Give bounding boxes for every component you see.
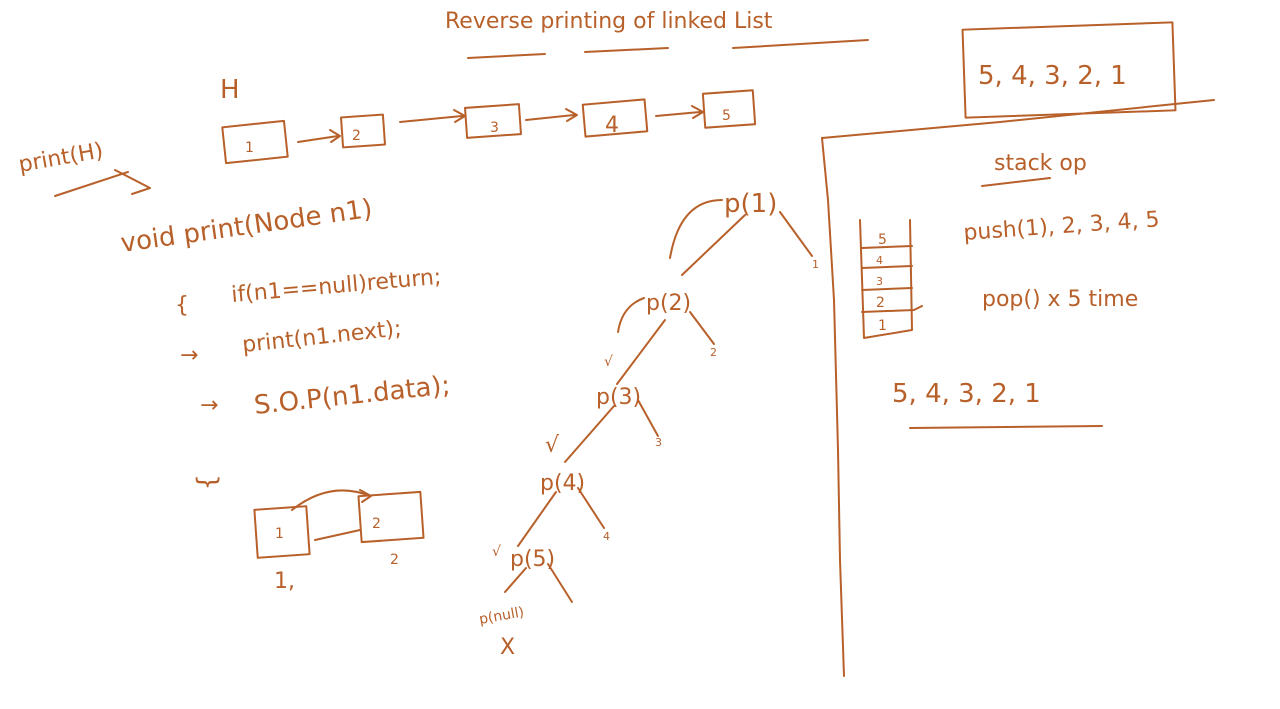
call-tick: √ [545,433,560,458]
printed-value: 3 [655,436,662,449]
call-edge [564,405,615,463]
mini-under-2: 2 [390,552,399,568]
recursion-tree: p(1) 1 p(2) √ 2 p(3) 3 √ p(4) 4 √ p(5) p… [478,189,819,660]
call-arrow [54,169,151,197]
stack-cell: 5 [878,232,887,248]
stack-push-note: push(1), 2, 3, 4, 5 [963,207,1161,246]
code-signature: void print(Node n1) [119,194,375,259]
call-edge [681,214,746,276]
code-line-2: print(n1.next); [241,316,403,358]
call-node: p(4) [540,471,585,496]
printed-value: 1 [812,258,819,271]
linked-list: 1 2 3 4 5 [221,89,757,165]
printed-value: 4 [603,530,610,543]
call-tick: √ [492,544,501,560]
list-node-value: 3 [490,120,499,136]
stack-heading-underline [981,177,1051,187]
list-node-value: 5 [722,108,731,124]
call-loop [617,297,645,333]
stack-cell: 1 [878,318,887,334]
code-line-1: if(n1==null)return; [230,265,442,308]
mini-link-bottom [314,529,361,541]
code-open-brace: { [175,293,189,318]
board-divider [821,137,845,677]
stack-cell: 2 [876,295,885,311]
call-loop [669,199,723,259]
call-label: print(H) [17,138,105,177]
code-line-3-arrow: → [200,393,218,418]
mini-node [357,490,425,544]
stack-dividers [861,245,923,313]
board-divider-top [821,99,1215,139]
list-node-value: 4 [605,113,619,138]
call-edge [616,319,666,385]
call-cross: X [500,635,515,660]
return-edge [577,487,605,529]
call-node: p(1) [724,189,777,219]
whiteboard: Reverse printing of linked List H print(… [17,9,1215,677]
stack-cell: 4 [876,254,883,267]
mini-list: 1 2 1, 2 [253,489,425,594]
code-line-2-arrow: → [180,343,198,368]
mini-node-value: 1 [275,526,284,542]
title: Reverse printing of linked List [445,9,773,34]
call-node: p(2) [646,291,691,316]
call-node: p(5) [510,547,555,572]
return-edge [637,399,659,437]
stack-heading: stack op [994,151,1087,176]
list-arrow [399,109,466,123]
call-edge [517,491,557,547]
stack-pop-note: pop() x 5 time [982,287,1138,312]
return-edge [779,211,813,257]
call-node: p(3) [596,385,641,410]
code-close-brace: } [193,474,223,491]
printed-value: 2 [710,346,717,359]
list-arrow [655,105,704,119]
mini-node-value: 2 [372,516,381,532]
return-edge [689,311,715,345]
output-box-value: 5, 4, 3, 2, 1 [978,61,1127,91]
return-edge [547,563,573,603]
stack-cell: 3 [876,275,883,288]
call-node: p(null) [478,604,525,628]
head-label: H [220,75,240,105]
call-tick: √ [604,354,613,370]
stack-result-underline [909,425,1103,429]
mini-under-1: 1, [274,569,295,594]
stack-drawing: 5 4 3 2 1 [859,219,923,339]
stack-result: 5, 4, 3, 2, 1 [892,379,1041,409]
list-arrow [297,129,341,143]
code-line-3: S.O.P(n1.data); [253,371,452,421]
list-node-value: 1 [245,140,254,156]
title-underline [467,39,869,59]
code-block: void print(Node n1) { if(n1==null)return… [119,194,452,491]
list-node [340,113,386,149]
list-arrow [525,108,578,122]
list-node [221,119,289,165]
list-node-value: 2 [352,128,361,144]
